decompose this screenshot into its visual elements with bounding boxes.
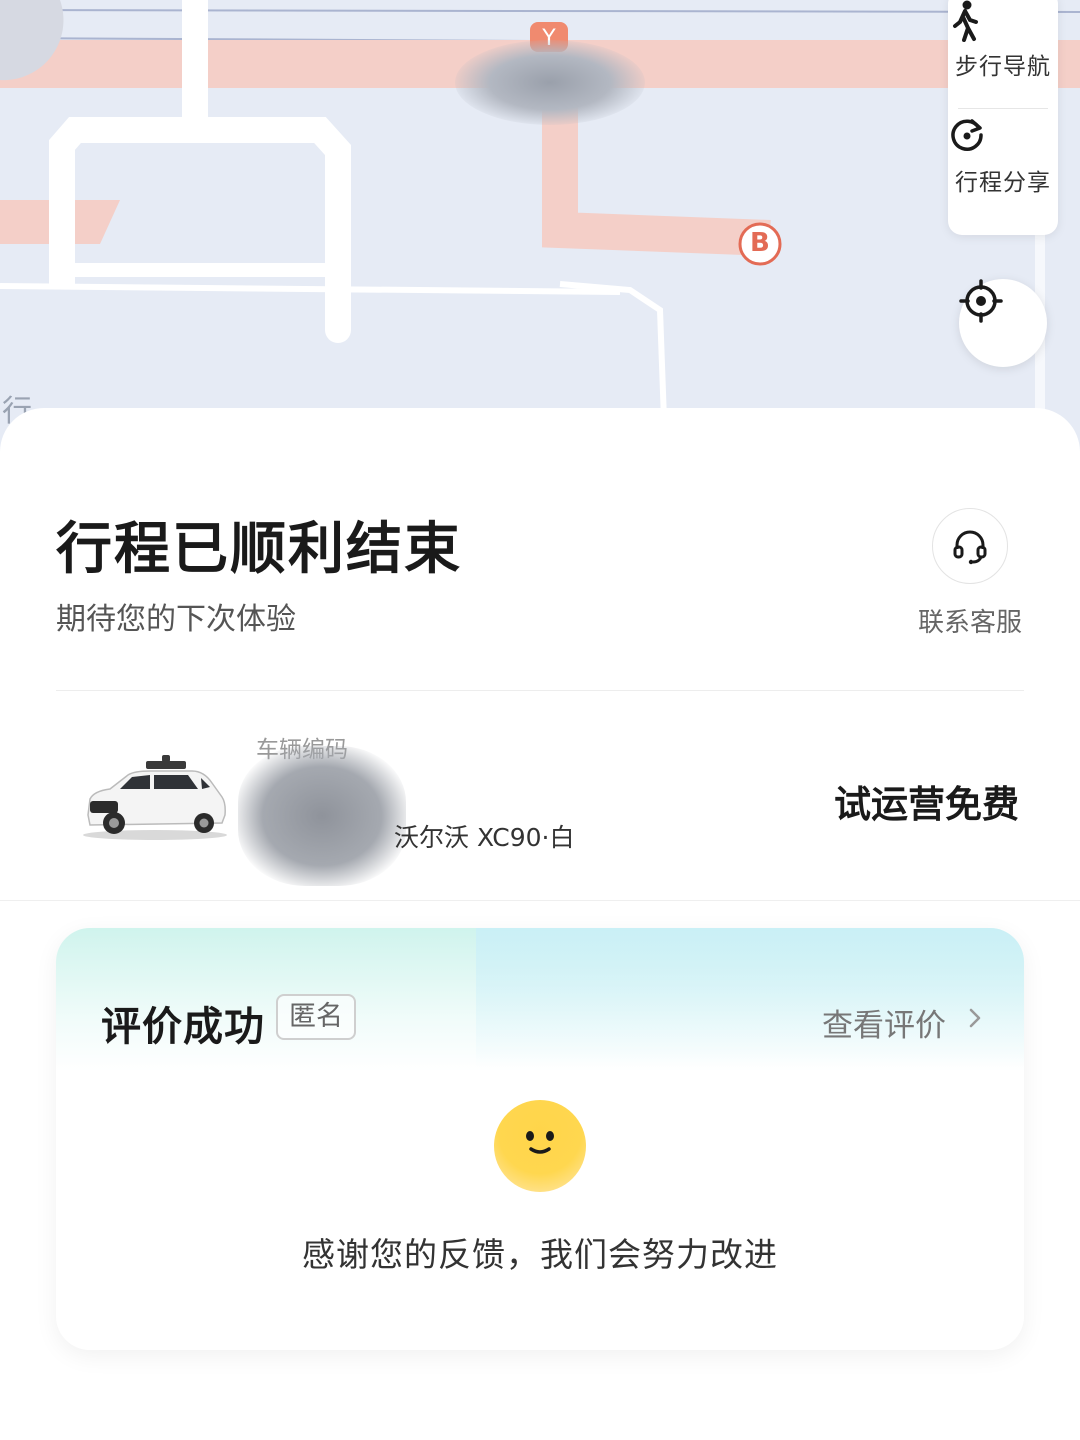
anonymous-badge: 匿名	[276, 994, 356, 1040]
destination-marker-label: B	[750, 228, 770, 258]
trip-share-button[interactable]: 行程分享	[948, 116, 1058, 234]
trip-complete-screen: Y B 行 步行导航 行程分享 行程已顺利结束 期待您的下次体验 联系客服 沃尔…	[0, 0, 1080, 1440]
map-action-panel: 步行导航 行程分享	[948, 0, 1058, 235]
share-refresh-icon	[951, 119, 983, 151]
walk-navigation-button[interactable]: 步行导航	[948, 0, 1058, 118]
vehicle-image	[83, 755, 227, 840]
panel-divider	[958, 108, 1048, 109]
chevron-right-icon[interactable]	[966, 1000, 986, 1036]
smiley-face-icon	[494, 1100, 586, 1192]
locate-me-button[interactable]	[959, 279, 1047, 367]
customer-service-icon-wrap	[932, 508, 1008, 584]
blurred-plate	[238, 746, 406, 886]
rating-card: 评价成功 匿名 查看评价 感谢您的反馈，我们会努力改进	[56, 928, 1024, 1350]
locate-target-icon	[959, 279, 1003, 323]
feedback-thanks-text: 感谢您的反馈，我们会努力改进	[302, 1235, 778, 1274]
vehicle-model: 沃尔沃 XC90·白	[394, 823, 575, 852]
customer-service-button[interactable]: 联系客服	[912, 508, 1028, 639]
map-view[interactable]: Y B 行 步行导航 行程分享	[0, 0, 1080, 460]
customer-service-label: 联系客服	[917, 608, 1022, 638]
trip-status-subtitle: 期待您的下次体验	[56, 602, 296, 637]
section-divider	[56, 690, 1024, 691]
trip-share-label: 行程分享	[955, 170, 1051, 196]
view-rating-link[interactable]: 查看评价	[822, 1000, 946, 1045]
trip-summary-sheet: 行程已顺利结束 期待您的下次体验 联系客服 沃尔沃 XC90·白 试运营免费 评…	[0, 408, 1080, 1440]
fare-text: 试运营免费	[834, 783, 1019, 826]
headset-icon	[953, 530, 987, 565]
section-divider	[0, 900, 1080, 901]
trip-status-title: 行程已顺利结束	[56, 517, 462, 582]
blurred-region	[455, 40, 645, 125]
rating-status-title: 评价成功	[101, 1004, 265, 1050]
walking-person-icon	[953, 0, 978, 42]
walk-navigation-label: 步行导航	[955, 54, 1051, 80]
